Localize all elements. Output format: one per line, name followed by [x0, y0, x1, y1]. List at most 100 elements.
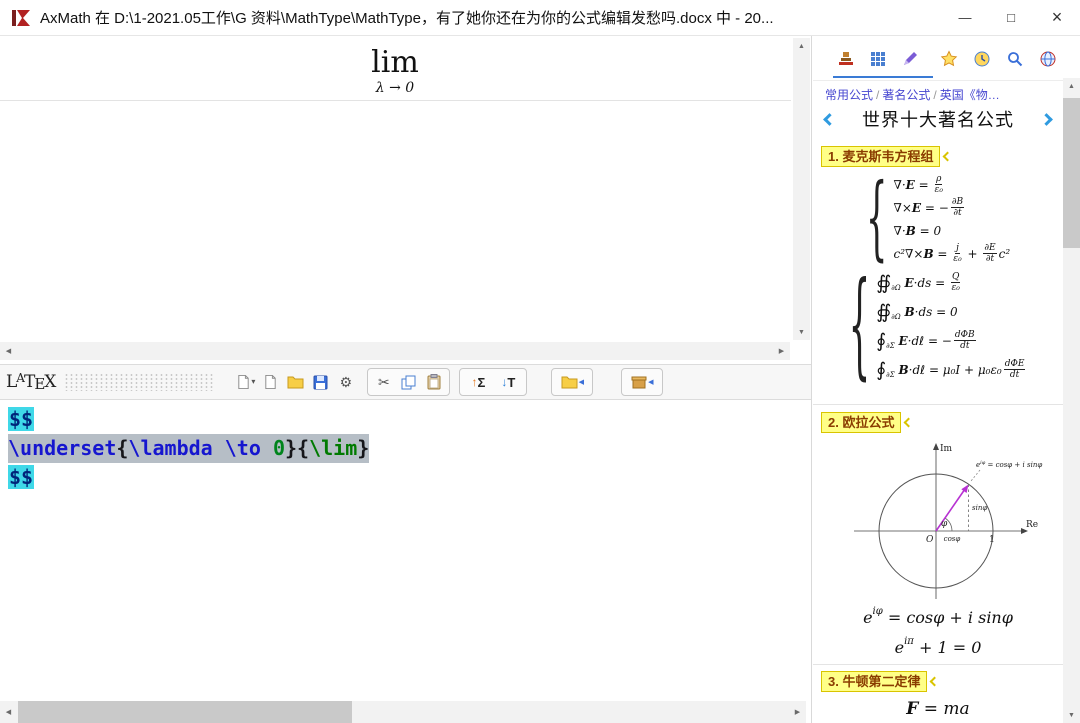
web-library-button[interactable] — [1035, 46, 1061, 72]
insert-template-button[interactable]: ▾ — [233, 370, 258, 394]
editor-horizontal-scrollbar[interactable]: ◀ ▶ — [0, 701, 806, 723]
copy-button[interactable] — [396, 370, 421, 394]
left-triangle-icon: ◀ — [648, 378, 653, 386]
section-maxwell-label[interactable]: 1. 麦克斯韦方程组 — [821, 146, 940, 167]
section-divider — [813, 664, 1063, 665]
euler-formula[interactable]: eiφ = cosφ + i sinφ — [813, 608, 1063, 627]
logo-letter: A — [16, 371, 25, 385]
left-triangle-icon: ◀ — [579, 378, 584, 386]
category-breadcrumb: 常用公式/著名公式/英国《物… — [825, 86, 1000, 103]
tab-common-formulas[interactable]: 常用公式 — [825, 88, 873, 102]
pen-panel-button[interactable] — [897, 46, 923, 72]
open-file-button[interactable] — [283, 370, 308, 394]
latex-code-editor[interactable]: $$ \underset{\lambda \to 0}{\lim} $$ — [0, 400, 806, 701]
formula-subscript: λ → 0 — [0, 80, 790, 96]
export-package-button[interactable]: ◀ — [625, 370, 659, 394]
scissors-icon: ✂ — [378, 375, 390, 389]
scroll-left-icon[interactable]: ◀ — [0, 704, 17, 720]
maxwell-integral-group: { ∯∂Ω E·ds = Qε₀∯∂Ω B·ds = 0∮∂Σ E·dℓ = −… — [813, 268, 1063, 384]
tag-tail-chevron-icon — [930, 677, 940, 687]
category-pager: 世界十大著名公式 — [813, 102, 1063, 136]
active-tab-underline — [833, 76, 933, 78]
editor-workspace: lim λ → 0 ▲ ▼ ◀ ▶ L A T E X ▾ — [0, 36, 812, 723]
section-euler-label[interactable]: 2. 欧拉公式 — [821, 412, 901, 433]
new-document-button[interactable] — [258, 370, 283, 394]
scroll-up-icon[interactable]: ▲ — [1063, 78, 1080, 94]
globe-icon — [1039, 50, 1057, 68]
file-button-group: ▾ ⚙ — [233, 370, 358, 394]
preview-vertical-scrollbar[interactable]: ▲ ▼ — [793, 38, 810, 340]
window-controls: — □ × — [942, 0, 1080, 36]
to-formula-button[interactable]: ↑Σ — [463, 370, 493, 394]
grid-panel-button[interactable] — [865, 46, 891, 72]
maximize-button[interactable]: □ — [988, 0, 1034, 35]
curly-brace-icon: { — [849, 268, 871, 384]
im-axis-label: Im — [940, 444, 953, 454]
pen-icon — [901, 50, 919, 68]
clipboard-icon — [427, 374, 441, 390]
scroll-right-icon[interactable]: ▶ — [773, 343, 790, 359]
page-icon — [236, 374, 251, 390]
search-button[interactable] — [1002, 46, 1028, 72]
export-to-document-button[interactable]: ◀ — [555, 370, 589, 394]
scroll-left-icon[interactable]: ◀ — [0, 343, 17, 359]
stamp-panel-button[interactable] — [833, 46, 859, 72]
save-button[interactable] — [308, 370, 333, 394]
cut-button[interactable]: ✂ — [371, 370, 396, 394]
section-header-row: 3. 牛顿第二定律 — [821, 671, 938, 692]
euler-unit-circle-diagram: Im Re O 1 φ cosφ sinφ eiφ = cosφ + i sin… — [828, 436, 1048, 604]
section-newton-label[interactable]: 3. 牛顿第二定律 — [821, 671, 927, 692]
down-t-icon: ↓T — [501, 375, 515, 390]
panel-divider — [811, 36, 812, 723]
dropdown-icon: ▾ — [251, 378, 255, 386]
prev-page-chevron-icon[interactable] — [823, 113, 836, 126]
scrollbar-thumb[interactable] — [18, 701, 352, 723]
folder-icon — [561, 375, 578, 389]
next-page-chevron-icon[interactable] — [1040, 113, 1053, 126]
phi-label: φ — [941, 519, 948, 529]
preview-horizontal-scrollbar[interactable]: ◀ ▶ — [0, 342, 790, 360]
paste-button[interactable] — [421, 370, 446, 394]
euler-identity-formula[interactable]: eiπ + 1 = 0 — [813, 638, 1063, 657]
window-title: AxMath 在 D:\1-2021.05工作\G 资料\MathType\Ma… — [40, 7, 942, 28]
formula-library-sidebar: 常用公式/著名公式/英国《物… 世界十大著名公式 1. 麦克斯韦方程组 { ∇·… — [813, 36, 1063, 723]
one-label: 1 — [989, 535, 995, 545]
close-button[interactable]: × — [1034, 0, 1080, 35]
tab-uk-physics-world[interactable]: 英国《物… — [940, 88, 1000, 102]
minimize-button[interactable]: — — [942, 0, 988, 35]
sidebar-toolbar — [813, 40, 1063, 78]
code-line: $$ — [8, 405, 806, 434]
to-text-button[interactable]: ↓T — [493, 370, 523, 394]
section-header-row: 1. 麦克斯韦方程组 — [821, 146, 951, 167]
scroll-up-icon[interactable]: ▲ — [793, 38, 810, 54]
cos-phi-label: cosφ — [944, 535, 961, 543]
tag-tail-chevron-icon — [904, 418, 914, 428]
formula-main: lim — [0, 46, 790, 80]
tab-famous-formulas[interactable]: 著名公式 — [882, 88, 930, 102]
newton-second-law-formula[interactable]: F = ma — [813, 699, 1063, 719]
tag-tail-chevron-icon — [943, 152, 953, 162]
maxwell-equations[interactable]: { ∇·E = ρε₀∇×E = −∂B∂t∇·B = 0c²∇×B = jε₀… — [813, 170, 1063, 387]
toolbar-grip-texture — [64, 373, 214, 391]
code-line: \underset{\lambda \to 0}{\lim} — [8, 434, 806, 463]
origin-label: O — [926, 535, 934, 545]
tab-separator: / — [933, 88, 936, 102]
preview-divider — [0, 100, 791, 101]
scroll-down-icon[interactable]: ▼ — [1063, 707, 1080, 723]
scroll-right-icon[interactable]: ▶ — [789, 704, 806, 720]
favorites-button[interactable] — [936, 46, 962, 72]
settings-button[interactable]: ⚙ — [333, 370, 358, 394]
logo-letter: X — [44, 372, 56, 392]
library-tool-group — [936, 46, 1061, 72]
gear-icon: ⚙ — [340, 375, 353, 389]
new-page-icon — [263, 374, 278, 390]
rendered-formula: lim λ → 0 — [0, 46, 790, 96]
recent-button[interactable] — [969, 46, 995, 72]
scroll-down-icon[interactable]: ▼ — [793, 324, 810, 340]
sidebar-vertical-scrollbar[interactable]: ▲ ▼ — [1063, 78, 1080, 723]
search-icon — [1006, 50, 1024, 68]
scrollbar-thumb[interactable] — [1063, 98, 1080, 248]
axmath-app-icon — [10, 7, 32, 29]
section-divider — [813, 404, 1063, 405]
package-icon — [631, 375, 647, 389]
